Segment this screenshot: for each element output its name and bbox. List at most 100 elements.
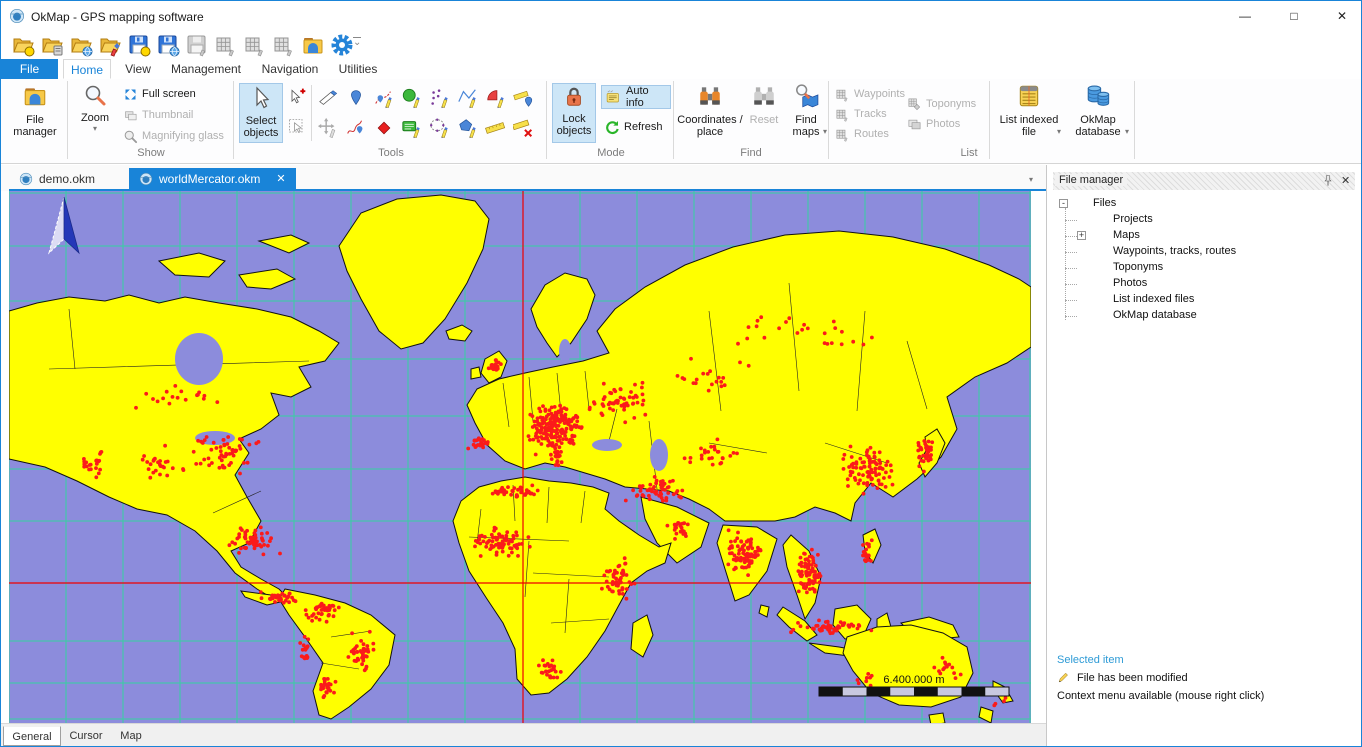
full-screen-button[interactable]: Full screen xyxy=(123,85,231,103)
folder-icon[interactable] xyxy=(301,33,325,57)
tree-item-files[interactable]: Files xyxy=(1093,197,1116,209)
tree-item-waypoints-tracks-routes[interactable]: Waypoints, tracks, routes xyxy=(1113,245,1236,257)
minimize-button[interactable]: — xyxy=(1234,9,1256,25)
move-anchor-tool-icon[interactable] xyxy=(317,117,339,139)
tree-item-maps[interactable]: Maps xyxy=(1113,229,1140,241)
document-tab-demo.okm[interactable]: demo.okm xyxy=(9,168,129,189)
list-indexed-dropdown-icon[interactable]: ▾ xyxy=(1057,127,1061,136)
selected-item-link[interactable]: Selected item xyxy=(1057,654,1124,666)
save-web-icon[interactable] xyxy=(156,33,180,57)
maximize-button[interactable]: □ xyxy=(1283,9,1305,25)
pin-panel-icon[interactable] xyxy=(1321,174,1335,188)
waypoint-tool-icon[interactable] xyxy=(345,87,367,109)
ribbon-tab-file[interactable]: File xyxy=(1,59,58,79)
open-edit-icon[interactable] xyxy=(98,33,122,57)
tree-item-toponyms[interactable]: Toponyms xyxy=(1113,261,1163,273)
route-edit-tool-icon[interactable] xyxy=(373,87,395,109)
tree-connector xyxy=(1065,208,1067,320)
modified-status-text: File has been modified xyxy=(1077,672,1188,684)
group-separator xyxy=(233,81,234,159)
mode-group-label: Mode xyxy=(571,147,651,159)
find-maps-icon xyxy=(793,83,819,109)
tree-item-projects[interactable]: Projects xyxy=(1113,213,1153,225)
grid-tool-disabled-icon[interactable] xyxy=(243,33,267,57)
close-panel-icon[interactable]: ✕ xyxy=(1341,174,1350,187)
find-maps-dropdown-icon[interactable]: ▾ xyxy=(823,127,827,136)
polyline-tool-icon[interactable] xyxy=(457,87,479,109)
lock-icon xyxy=(563,86,585,108)
file-manager-button[interactable]: File manager xyxy=(7,83,63,138)
open-project-icon[interactable] xyxy=(11,33,35,57)
area-circle-tool-icon[interactable] xyxy=(401,87,423,109)
window-title: OkMap - GPS mapping software xyxy=(31,10,204,24)
eraser-tool-icon[interactable] xyxy=(317,87,339,109)
tree-connector xyxy=(1065,252,1077,254)
thumbnail-button: Thumbnail xyxy=(123,106,231,124)
tree-item-okmap-database[interactable]: OkMap database xyxy=(1113,309,1197,321)
ribbon-tab-management[interactable]: Management xyxy=(163,59,249,79)
map-canvas[interactable]: 6.400.000 m xyxy=(9,191,1031,723)
sector-tool-icon[interactable] xyxy=(485,87,507,109)
grid-tool-disabled-icon[interactable] xyxy=(214,33,238,57)
okmap-database-button[interactable]: OkMap database ▾ xyxy=(1067,83,1129,138)
ribbon-tab-home[interactable]: Home xyxy=(63,59,111,79)
waypoints-icon xyxy=(835,87,850,102)
open-web-map-icon[interactable] xyxy=(69,33,93,57)
tree-connector xyxy=(1065,236,1077,238)
list-toponyms-button: Toponyms xyxy=(907,95,976,113)
zoom-dropdown-icon[interactable]: ▾ xyxy=(73,124,117,133)
collapse-node-icon[interactable]: - xyxy=(1059,199,1068,208)
auto-info-button[interactable]: Auto info xyxy=(601,85,671,109)
tab-list-dropdown-icon[interactable]: ▾ xyxy=(1029,175,1033,184)
tracks-icon xyxy=(835,107,850,122)
ribbon-tab-view[interactable]: View xyxy=(115,59,161,79)
modified-pencil-icon xyxy=(1057,671,1070,684)
ribbon-tab-utilities[interactable]: Utilities xyxy=(331,59,385,79)
coordinates-place-button[interactable]: Coordinates / place xyxy=(677,83,743,138)
settings-gear-icon[interactable] xyxy=(330,33,354,57)
refresh-button[interactable]: Refresh xyxy=(601,115,677,139)
add-to-selection-icon[interactable] xyxy=(287,87,307,107)
bottom-tab-bar: GeneralCursorMap xyxy=(3,726,151,746)
multipoint-tool-icon[interactable] xyxy=(429,87,451,109)
track-edit-tool-icon[interactable] xyxy=(345,117,367,139)
open-import-icon[interactable] xyxy=(40,33,64,57)
app-logo-icon xyxy=(9,8,25,24)
status-tab-general[interactable]: General xyxy=(3,726,61,746)
select-objects-button[interactable]: Select objects xyxy=(239,83,283,143)
expand-node-icon[interactable]: + xyxy=(1077,231,1086,240)
okmap-database-icon xyxy=(1085,83,1111,109)
grid-tool-disabled-icon[interactable] xyxy=(272,33,296,57)
list-waypoints-button: Waypoints xyxy=(835,85,905,103)
refresh-icon xyxy=(604,119,620,135)
close-button[interactable]: ✕ xyxy=(1331,9,1353,25)
lock-objects-button[interactable]: Lock objects xyxy=(552,83,596,143)
ruler-tool-icon[interactable] xyxy=(485,117,507,139)
list-indexed-file-button[interactable]: List indexed file ▾ xyxy=(997,83,1061,138)
zoom-button[interactable]: Zoom ▾ xyxy=(73,83,117,133)
status-tab-cursor[interactable]: Cursor xyxy=(63,726,109,746)
save-project-icon[interactable] xyxy=(127,33,151,57)
point-circle-tool-icon[interactable] xyxy=(429,117,451,139)
okmap-db-dropdown-icon[interactable]: ▾ xyxy=(1125,127,1129,136)
toponyms-icon xyxy=(907,97,922,112)
note-tool-icon[interactable] xyxy=(401,117,423,139)
quick-access-toolbar xyxy=(1,32,401,58)
ribbon-tab-navigation[interactable]: Navigation xyxy=(253,59,327,79)
list-tracks-button: Tracks xyxy=(835,105,887,123)
vertex-tool-icon[interactable] xyxy=(373,117,395,139)
reset-find-button[interactable]: Reset xyxy=(745,83,783,126)
document-tab-worldMercator.okm[interactable]: worldMercator.okm✕ xyxy=(129,168,296,189)
tree-item-list-indexed-files[interactable]: List indexed files xyxy=(1113,293,1194,305)
export-disabled-icon[interactable] xyxy=(185,33,209,57)
ruler-delete-tool-icon[interactable] xyxy=(513,117,535,139)
tree-item-photos[interactable]: Photos xyxy=(1113,277,1147,289)
photos-icon xyxy=(907,117,922,132)
close-tab-icon[interactable]: ✕ xyxy=(276,172,285,185)
polygon-tool-icon[interactable] xyxy=(457,117,479,139)
show-group-label: Show xyxy=(111,147,191,159)
find-maps-button[interactable]: Find maps ▾ xyxy=(785,83,827,138)
qat-overflow-icon[interactable]: ⌄ xyxy=(353,37,361,48)
status-tab-map[interactable]: Map xyxy=(111,726,151,746)
measure-attach-tool-icon[interactable] xyxy=(513,87,535,109)
